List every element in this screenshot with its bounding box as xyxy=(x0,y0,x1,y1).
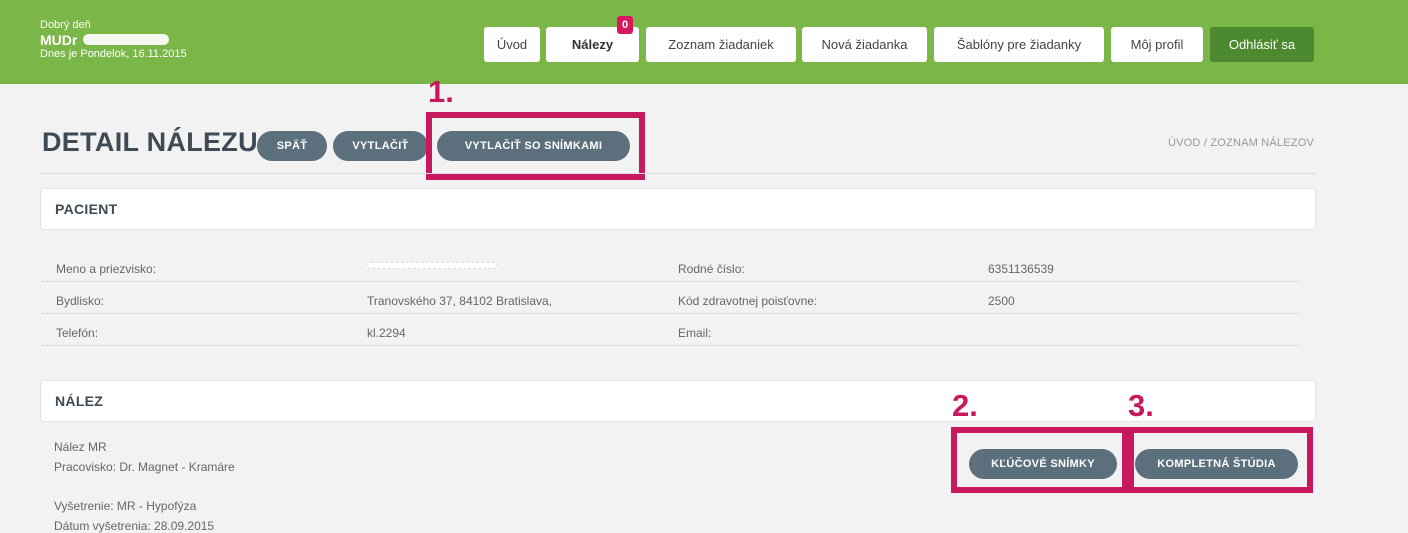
label-address: Bydlisko: xyxy=(56,294,105,308)
redacted-patient-name xyxy=(367,262,497,269)
page-title: DETAIL NÁLEZU xyxy=(42,127,258,157)
finding-workplace: Pracovisko: Dr. Magnet - Kramáre xyxy=(54,460,235,474)
top-bar: Dobrý deň MUDr Dnes je Pondelok, 16.11.2… xyxy=(0,0,1408,84)
date-line: Dnes je Pondelok, 16.11.2015 xyxy=(40,47,187,60)
annotation-1: 1. xyxy=(428,74,454,109)
patient-row-address: Bydlisko: Tranovského 37, 84102 Bratisla… xyxy=(42,288,1300,314)
value-address: Tranovského 37, 84102 Bratislava, xyxy=(367,294,552,308)
highlight-box-2 xyxy=(951,427,1128,493)
finding-type: Nález MR xyxy=(54,440,107,454)
greeting-text: Dobrý deň xyxy=(40,19,91,31)
print-button[interactable]: VYTLAČIŤ xyxy=(333,131,428,161)
nalezy-count-badge: 0 xyxy=(617,16,633,34)
nav-sablony[interactable]: Šablóny pre žiadanky xyxy=(934,27,1104,62)
annotation-3: 3. xyxy=(1128,388,1154,423)
label-insurance: Kód zdravotnej poisťovne: xyxy=(678,294,818,308)
patient-row-name: Meno a priezvisko: Rodné číslo: 63511365… xyxy=(42,256,1300,282)
greeting-block: Dobrý deň MUDr Dnes je Pondelok, 16.11.2… xyxy=(40,19,187,60)
label-birth-number: Rodné číslo: xyxy=(678,262,745,276)
logout-button[interactable]: Odhlásiť sa xyxy=(1210,27,1314,62)
nav-nova-ziadanka[interactable]: Nová žiadanka xyxy=(802,27,927,62)
value-insurance: 2500 xyxy=(988,294,1015,308)
finding-section-header: NÁLEZ xyxy=(40,380,1316,422)
doctor-prefix: MUDr xyxy=(40,31,78,48)
nav-uvod[interactable]: Úvod xyxy=(484,27,540,62)
doctor-name: MUDr xyxy=(40,32,187,48)
finding-exam: Vyšetrenie: MR - Hypofýza xyxy=(54,499,197,513)
value-birth-number: 6351136539 xyxy=(988,262,1054,276)
patient-row-phone: Telefón: kl.2294 Email: xyxy=(42,320,1300,346)
patient-section-header: PACIENT xyxy=(40,188,1316,230)
label-email: Email: xyxy=(678,326,712,340)
highlight-box-3 xyxy=(1128,427,1313,493)
divider xyxy=(40,173,1316,174)
nav-zoznam-ziadaniek[interactable]: Zoznam žiadaniek xyxy=(646,27,796,62)
label-phone: Telefón: xyxy=(56,326,99,340)
finding-exam-date: Dátum vyšetrenia: 28.09.2015 xyxy=(54,519,215,533)
redacted-name xyxy=(83,34,170,46)
value-phone: kl.2294 xyxy=(367,326,406,340)
back-button[interactable]: SPÄŤ xyxy=(257,131,327,161)
label-name: Meno a priezvisko: xyxy=(56,262,157,276)
annotation-2: 2. xyxy=(952,388,978,423)
breadcrumb[interactable]: ÚVOD / ZOZNAM NÁLEZOV xyxy=(1168,137,1314,149)
nav-moj-profil[interactable]: Môj profil xyxy=(1111,27,1203,62)
highlight-box-1 xyxy=(426,112,645,180)
